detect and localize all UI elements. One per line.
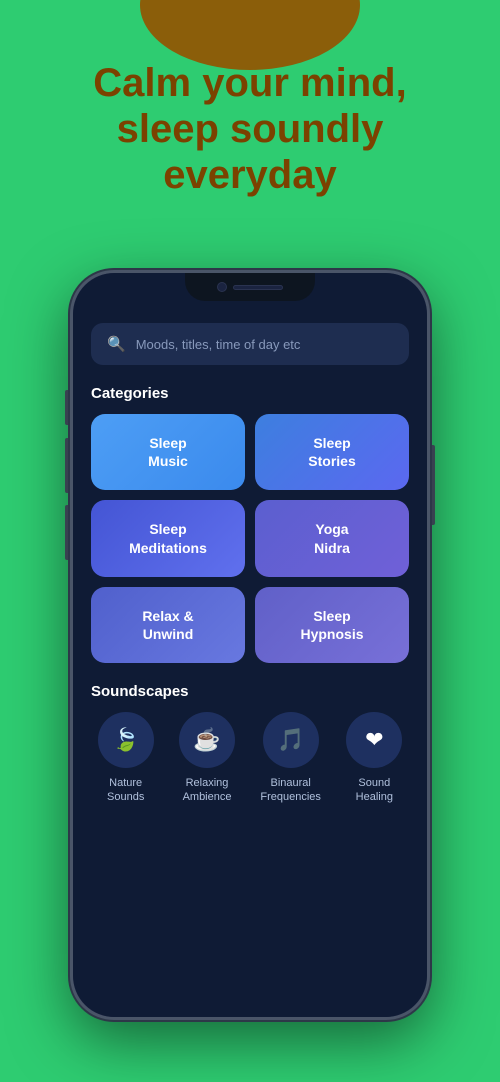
side-button-vol-down xyxy=(65,505,69,560)
side-button-power xyxy=(431,445,435,525)
soundscape-label-sound-healing: Sound Healing xyxy=(356,776,393,805)
soundscapes-section: Soundscapes 🍃 Nature Sounds ☕ Relaxing Ambi… xyxy=(91,683,409,805)
soundscape-icon-sound-healing: ❤ xyxy=(346,712,402,768)
soundscape-item-relaxing-ambience[interactable]: ☕ Relaxing Ambience xyxy=(179,712,235,805)
categories-grid: Sleep MusicSleep StoriesSleep Meditation… xyxy=(91,414,409,663)
soundscape-item-nature-sounds[interactable]: 🍃 Nature Sounds xyxy=(98,712,154,805)
category-card-sleep-hypnosis[interactable]: Sleep Hypnosis xyxy=(255,587,409,663)
category-card-relax-unwind[interactable]: Relax & Unwind xyxy=(91,587,245,663)
side-button-vol-up xyxy=(65,438,69,493)
category-card-sleep-meditations[interactable]: Sleep Meditations xyxy=(91,500,245,576)
categories-section: Categories Sleep MusicSleep StoriesSleep… xyxy=(91,385,409,663)
earpiece-speaker xyxy=(233,285,283,290)
soundscape-label-relaxing-ambience: Relaxing Ambience xyxy=(183,776,232,805)
soundscape-icon-nature-sounds: 🍃 xyxy=(98,712,154,768)
phone-notch xyxy=(185,273,315,301)
soundscape-item-sound-healing[interactable]: ❤ Sound Healing xyxy=(346,712,402,805)
phone-mockup: 🔍 Moods, titles, time of day etc Categor… xyxy=(70,270,430,1020)
phone-screen: 🔍 Moods, titles, time of day etc Categor… xyxy=(73,273,427,1017)
search-placeholder-text: Moods, titles, time of day etc xyxy=(136,337,301,352)
category-card-sleep-stories[interactable]: Sleep Stories xyxy=(255,414,409,490)
search-bar[interactable]: 🔍 Moods, titles, time of day etc xyxy=(91,323,409,365)
category-card-sleep-music[interactable]: Sleep Music xyxy=(91,414,245,490)
front-camera xyxy=(217,282,227,292)
soundscape-label-nature-sounds: Nature Sounds xyxy=(107,776,144,805)
phone-frame: 🔍 Moods, titles, time of day etc Categor… xyxy=(70,270,430,1020)
soundscape-label-binaural-frequencies: Binaural Frequencies xyxy=(260,776,321,805)
side-button-mute xyxy=(65,390,69,425)
soundscapes-row: 🍃 Nature Sounds ☕ Relaxing Ambience 🎵 Binaura… xyxy=(91,712,409,805)
soundscape-item-binaural-frequencies[interactable]: 🎵 Binaural Frequencies xyxy=(260,712,321,805)
search-icon: 🔍 xyxy=(107,335,126,353)
soundscape-icon-relaxing-ambience: ☕ xyxy=(179,712,235,768)
soundscapes-title: Soundscapes xyxy=(91,683,409,700)
soundscape-icon-binaural-frequencies: 🎵 xyxy=(263,712,319,768)
hero-section: Calm your mind, sleep soundly everyday xyxy=(0,60,500,198)
category-card-yoga-nidra[interactable]: Yoga Nidra xyxy=(255,500,409,576)
categories-title: Categories xyxy=(91,385,409,402)
hero-title: Calm your mind, sleep soundly everyday xyxy=(40,60,460,198)
